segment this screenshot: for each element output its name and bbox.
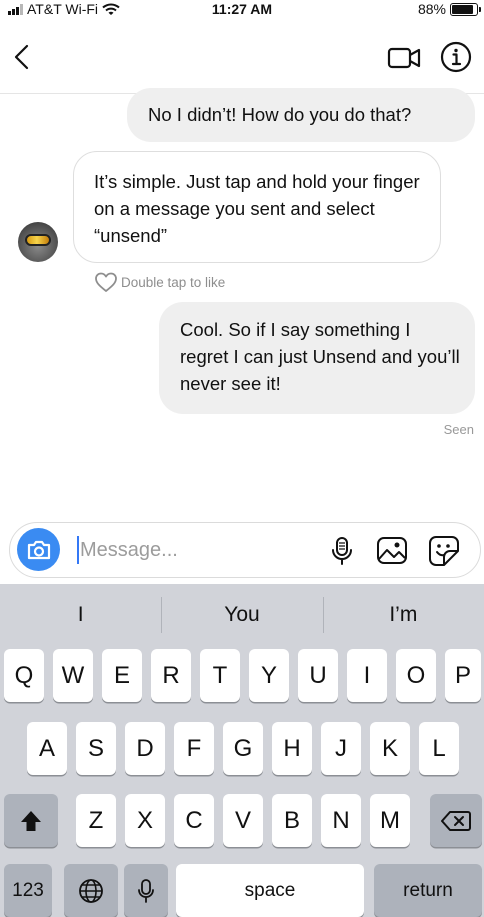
globe-icon <box>79 878 103 903</box>
info-icon[interactable] <box>440 41 472 73</box>
message-text: Cool. So if I say something I regret I c… <box>180 319 460 394</box>
space-key[interactable]: space <box>176 864 364 917</box>
key-d[interactable]: D <box>125 722 165 775</box>
heart-icon[interactable] <box>94 271 118 293</box>
camera-icon <box>27 540 50 559</box>
key-c[interactable]: C <box>174 794 214 847</box>
key-i[interactable]: I <box>347 649 387 702</box>
battery-percent: 88% <box>417 1 446 17</box>
message-input[interactable] <box>80 534 300 566</box>
message-composer <box>9 522 481 578</box>
key-w[interactable]: W <box>53 649 93 702</box>
camera-button[interactable] <box>17 528 60 571</box>
suggestion-item[interactable]: You <box>161 597 322 633</box>
sticker-icon[interactable] <box>428 535 460 567</box>
key-q[interactable]: Q <box>4 649 44 702</box>
key-k[interactable]: K <box>370 722 410 775</box>
shift-key[interactable] <box>4 794 58 847</box>
status-right: 88% <box>417 1 481 17</box>
seen-label: Seen <box>443 422 474 437</box>
shift-icon <box>21 810 41 831</box>
message-bubble-outgoing[interactable]: No I didn’t! How do you do that? <box>127 88 475 142</box>
key-l[interactable]: L <box>419 722 459 775</box>
double-tap-like-hint[interactable]: Double tap to like <box>94 271 225 293</box>
key-x[interactable]: X <box>125 794 165 847</box>
text-cursor <box>77 536 79 564</box>
chevron-left-icon[interactable] <box>8 42 38 72</box>
key-z[interactable]: Z <box>76 794 116 847</box>
key-g[interactable]: G <box>223 722 263 775</box>
key-n[interactable]: N <box>321 794 361 847</box>
battery-icon <box>450 2 481 16</box>
message-bubble-outgoing[interactable]: Cool. So if I say something I regret I c… <box>159 302 475 414</box>
key-e[interactable]: E <box>102 649 142 702</box>
key-a[interactable]: A <box>27 722 67 775</box>
key-v[interactable]: V <box>223 794 263 847</box>
signal-icon <box>8 3 23 15</box>
key-s[interactable]: S <box>76 722 116 775</box>
conversation-header <box>0 22 484 94</box>
return-key[interactable]: return <box>374 864 482 917</box>
key-h[interactable]: H <box>272 722 312 775</box>
globe-key[interactable] <box>64 864 118 917</box>
key-y[interactable]: Y <box>249 649 289 702</box>
message-text: No I didn’t! How do you do that? <box>148 104 412 125</box>
suggestion-bar: I You I’m <box>0 584 484 646</box>
key-p[interactable]: P <box>445 649 481 702</box>
key-f[interactable]: F <box>174 722 214 775</box>
key-t[interactable]: T <box>200 649 240 702</box>
video-camera-icon[interactable] <box>387 45 421 71</box>
key-b[interactable]: B <box>272 794 312 847</box>
carrier-label: AT&T Wi-Fi <box>27 1 99 17</box>
key-j[interactable]: J <box>321 722 361 775</box>
key-r[interactable]: R <box>151 649 191 702</box>
avatar[interactable] <box>18 222 58 262</box>
message-text: It’s simple. Just tap and hold your fing… <box>94 171 420 246</box>
message-bubble-incoming[interactable]: It’s simple. Just tap and hold your fing… <box>73 151 441 263</box>
numbers-key[interactable]: 123 <box>4 864 52 917</box>
suggestion-item[interactable]: I’m <box>322 597 484 633</box>
backspace-icon <box>441 810 471 831</box>
microphone-icon <box>138 878 154 903</box>
status-left: AT&T Wi-Fi <box>8 1 120 17</box>
suggestion-item[interactable]: I <box>0 603 161 627</box>
key-m[interactable]: M <box>370 794 410 847</box>
wifi-icon <box>102 3 120 15</box>
like-hint-label: Double tap to like <box>121 274 226 290</box>
dictation-key[interactable] <box>124 864 168 917</box>
avatar-goggles <box>25 234 51 246</box>
delete-key[interactable] <box>430 794 482 847</box>
gallery-icon[interactable] <box>376 535 408 565</box>
key-u[interactable]: U <box>298 649 338 702</box>
keyboard: I You I’m Q W E R T Y U I O P A S D F G … <box>0 584 484 917</box>
key-o[interactable]: O <box>396 649 436 702</box>
status-bar: AT&T Wi-Fi 11:27 AM 88% <box>0 0 484 22</box>
microphone-icon[interactable] <box>330 536 354 566</box>
battery-fill <box>452 4 474 14</box>
